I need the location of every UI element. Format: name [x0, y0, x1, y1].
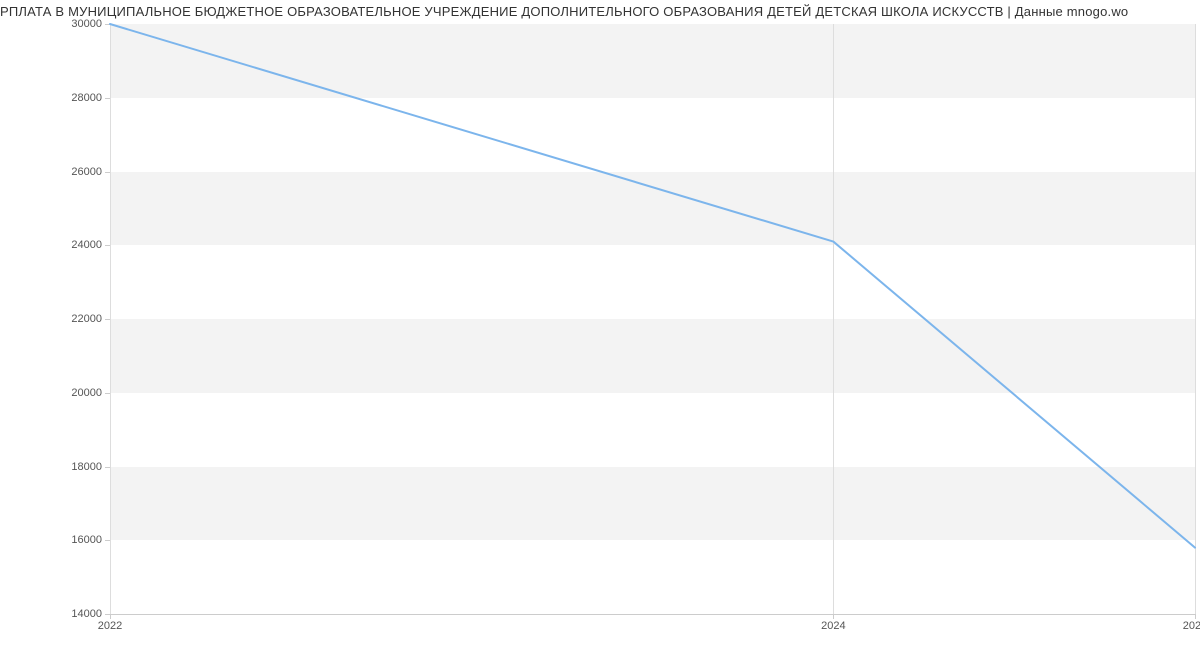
x-tick-label: 2025: [1183, 620, 1200, 632]
x-tick-label: 2024: [821, 620, 845, 632]
y-tick-label: 26000: [71, 166, 102, 178]
line-series: [110, 24, 1195, 614]
x-tick-mark: [1195, 614, 1196, 619]
y-tick-label: 30000: [71, 18, 102, 30]
y-tick-label: 14000: [71, 608, 102, 620]
series-path: [110, 24, 1195, 548]
y-tick-label: 24000: [71, 239, 102, 251]
y-tick-label: 20000: [71, 387, 102, 399]
x-tick-label: 2022: [98, 620, 122, 632]
x-gridline: [1195, 24, 1196, 614]
y-tick-label: 28000: [71, 92, 102, 104]
chart-container: РПЛАТА В МУНИЦИПАЛЬНОЕ БЮДЖЕТНОЕ ОБРАЗОВ…: [0, 0, 1200, 650]
chart-title: РПЛАТА В МУНИЦИПАЛЬНОЕ БЮДЖЕТНОЕ ОБРАЗОВ…: [0, 4, 1200, 19]
y-tick-label: 16000: [71, 534, 102, 546]
y-tick-label: 22000: [71, 313, 102, 325]
y-tick-label: 18000: [71, 461, 102, 473]
plot-area: [110, 24, 1195, 615]
